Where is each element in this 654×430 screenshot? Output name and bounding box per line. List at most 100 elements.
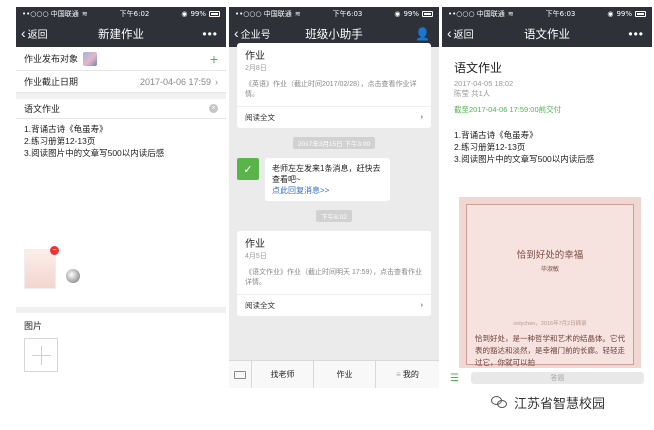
due-date: 截至2017-04-06 17:59:00前交付 bbox=[454, 105, 562, 114]
menu-label: 我的 bbox=[402, 370, 419, 379]
chevron-left-icon: ‹ bbox=[21, 24, 26, 41]
timestamp: 2017年3月15日 下午3:00 bbox=[292, 137, 376, 149]
homework-title: 语文作业 bbox=[454, 61, 503, 75]
nav-bar: ‹ 返回 新建作业 ••• bbox=[16, 20, 226, 47]
article-author: 毕淑敏 bbox=[540, 267, 559, 273]
status-bar: ••○○○ 中国联通 ≋ 下午6:03 ◉ 99% bbox=[442, 7, 652, 20]
keyboard-toggle[interactable] bbox=[229, 361, 251, 388]
bottom-bar: ☰ 答题 bbox=[442, 368, 652, 388]
chevron-right-icon: › bbox=[420, 300, 424, 309]
wifi-icon: ≋ bbox=[507, 9, 514, 18]
homework-content[interactable]: 1.背诵古诗《龟虽寿》 2.练习册第12-13页 3.阅读图片中的文章写500以… bbox=[16, 119, 226, 163]
keyboard-icon bbox=[234, 370, 246, 379]
subject-field[interactable]: 语文作业 × bbox=[16, 99, 226, 119]
card-title: 作业 bbox=[245, 51, 265, 62]
screen-class-assistant: ••○○○ 中国联通 ≋ 下午6:03 ◉ 99% ‹ 企业号 班级小助手 👤 作业 … bbox=[229, 7, 439, 388]
chevron-left-icon: ‹ bbox=[234, 24, 239, 41]
content-line: 2.练习册第12-13页 bbox=[24, 136, 96, 146]
message-bubble[interactable]: 老师左左发来1条消息，赶快去查看吧~ 点此回复消息>> bbox=[265, 158, 390, 201]
screen-new-homework: ••○○○ 中国联通 ≋ 下午6:02 ◉ 99% ‹ 返回 新建作业 ••• 作业发… bbox=[16, 7, 226, 388]
content-line: 1.背诵古诗《龟虽寿》 bbox=[24, 124, 108, 134]
soccer-ball-icon bbox=[66, 269, 80, 283]
menu-mine[interactable]: ≡ 我的 bbox=[375, 361, 439, 388]
battery-text: 99% bbox=[616, 9, 632, 18]
add-image-button[interactable] bbox=[24, 338, 58, 372]
carrier-text: ••○○○ 中国联通 bbox=[235, 9, 292, 18]
content-line: 3.阅读图片中的文章写500以内读后感 bbox=[24, 148, 165, 158]
status-bar: ••○○○ 中国联通 ≋ 下午6:03 ◉ 99% bbox=[229, 7, 439, 20]
battery-text: 99% bbox=[403, 9, 419, 18]
content-line: 1.背诵古诗《龟虽寿》 bbox=[454, 130, 538, 140]
add-target-icon[interactable]: + bbox=[210, 51, 218, 67]
nav-bar: ‹ 返回 语文作业 ••• bbox=[442, 20, 652, 47]
watermark-text: 江苏省智慧校园 bbox=[514, 396, 606, 411]
more-icon[interactable]: ••• bbox=[202, 20, 218, 47]
target-label: 作业发布对象 bbox=[24, 54, 79, 64]
homework-card[interactable]: 作业 2月8日 《英语》作业（截止时间2017/02/28），点击查看作业详情。… bbox=[237, 43, 431, 128]
read-more-link[interactable]: 阅读全文 › bbox=[237, 106, 431, 128]
more-icon[interactable]: ••• bbox=[628, 20, 644, 47]
chevron-left-icon: ‹ bbox=[447, 24, 452, 41]
submenu-icon: ≡ bbox=[396, 370, 401, 379]
status-time: 下午6:03 bbox=[545, 9, 576, 18]
back-label: 企业号 bbox=[240, 30, 271, 41]
answer-label: 答题 bbox=[550, 375, 565, 382]
read-more-label: 阅读全文 bbox=[245, 301, 275, 310]
content-line: 2.练习册第12-13页 bbox=[454, 142, 526, 152]
back-label: 返回 bbox=[453, 30, 474, 41]
menu-homework[interactable]: 作业 bbox=[313, 361, 375, 388]
alarm-icon: ◉ bbox=[394, 9, 401, 18]
target-row[interactable]: 作业发布对象 + bbox=[16, 47, 226, 71]
message-text: 老师左左发来1条消息，赶快去查看吧~ bbox=[272, 164, 381, 184]
battery-text: 99% bbox=[190, 9, 206, 18]
card-date: 4月5日 bbox=[245, 253, 267, 260]
status-bar: ••○○○ 中国联通 ≋ 下午6:02 ◉ 99% bbox=[16, 7, 226, 20]
article-image[interactable]: 恰到好处的幸福 毕淑敏 onlychen，2016年7月2日摘录 恰到好处，是一… bbox=[459, 197, 641, 372]
list-icon[interactable]: ☰ bbox=[450, 373, 459, 384]
article-title: 恰到好处的幸福 bbox=[516, 250, 584, 261]
alarm-icon: ◉ bbox=[607, 9, 614, 18]
homework-content: 1.背诵古诗《龟虽寿》 2.练习册第12-13页 3.阅读图片中的文章写500以… bbox=[454, 129, 640, 165]
battery-icon bbox=[209, 10, 220, 17]
clear-icon[interactable]: × bbox=[209, 104, 218, 113]
images-label: 图片 bbox=[24, 321, 43, 331]
publish-date: 2017-04-05 18:02 bbox=[454, 79, 514, 88]
deadline-label: 作业截止日期 bbox=[24, 77, 79, 87]
chat-message: ✓ 老师左左发来1条消息，赶快去查看吧~ 点此回复消息>> bbox=[229, 158, 439, 201]
back-button[interactable]: ‹ 返回 bbox=[447, 20, 474, 47]
wifi-icon: ≋ bbox=[81, 9, 88, 18]
timestamp: 下午6:02 bbox=[316, 210, 352, 222]
battery-icon bbox=[422, 10, 433, 17]
carrier-text: ••○○○ 中国联通 bbox=[448, 9, 505, 18]
status-time: 下午6:03 bbox=[332, 9, 363, 18]
card-date: 2月8日 bbox=[245, 65, 267, 72]
deadline-row[interactable]: 作业截止日期 2017-04-06 17:59 › bbox=[16, 71, 226, 93]
back-label: 返回 bbox=[27, 30, 48, 41]
card-desc: 《英语》作业（截止时间2017/02/28），点击查看作业详情。 bbox=[245, 81, 417, 98]
target-avatar bbox=[83, 51, 98, 66]
answer-button[interactable]: 答题 bbox=[470, 372, 644, 384]
subject-input-text: 语文作业 bbox=[24, 104, 61, 114]
article-meta: onlychen，2016年7月2日摘录 bbox=[513, 321, 587, 327]
battery-icon bbox=[635, 10, 646, 17]
read-more-link[interactable]: 阅读全文 › bbox=[237, 294, 431, 316]
bottom-menu: 找老师 作业 ≡ 我的 bbox=[229, 360, 439, 388]
remove-icon[interactable]: − bbox=[50, 246, 59, 255]
deadline-value: 2017-04-06 17:59 bbox=[139, 76, 211, 87]
wifi-icon: ≋ bbox=[294, 9, 301, 18]
back-button[interactable]: ‹ 返回 bbox=[21, 20, 48, 47]
wechat-icon bbox=[491, 396, 508, 409]
menu-find-teacher[interactable]: 找老师 bbox=[251, 361, 313, 388]
reply-link[interactable]: 点此回复消息>> bbox=[272, 185, 383, 196]
status-time: 下午6:02 bbox=[119, 9, 150, 18]
menu-label: 作业 bbox=[336, 370, 353, 379]
chevron-right-icon: › bbox=[420, 112, 424, 121]
watermark: 江苏省智慧校园 bbox=[491, 393, 605, 412]
article-frame: 恰到好处的幸福 毕淑敏 onlychen，2016年7月2日摘录 恰到好处，是一… bbox=[466, 204, 634, 367]
images-section: 图片 bbox=[16, 307, 226, 388]
card-desc: 《语文作业》作业（截止时间明天 17:59），点击查看作业详情。 bbox=[245, 269, 422, 286]
content-line: 3.阅读图片中的文章写500以内读后感 bbox=[454, 154, 595, 164]
menu-label: 找老师 bbox=[270, 370, 295, 379]
homework-card[interactable]: 作业 4月5日 《语文作业》作业（截止时间明天 17:59），点击查看作业详情。… bbox=[237, 231, 431, 316]
attachment-thumbnail[interactable]: − bbox=[24, 246, 59, 289]
